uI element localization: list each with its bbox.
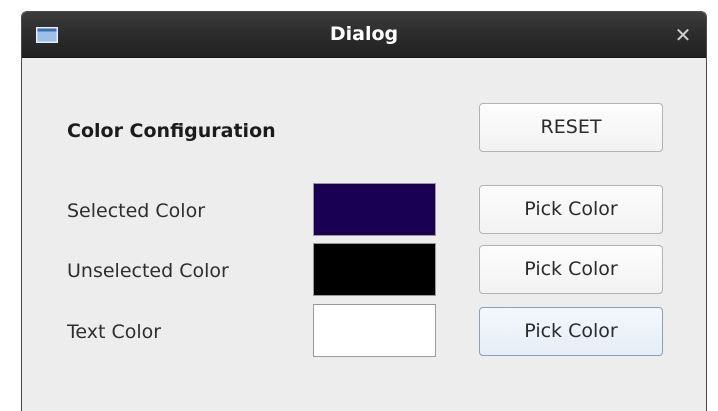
section-heading: Color Configuration — [67, 120, 276, 142]
window-title: Dialog — [329, 23, 399, 45]
text-color-label: Text Color — [67, 321, 162, 343]
dialog-window: Dialog ✕ Color Configuration RESET Selec… — [21, 11, 707, 411]
pick-selected-color-button[interactable]: Pick Color — [479, 185, 663, 234]
unselected-color-swatch — [313, 243, 436, 296]
title-bar[interactable]: Dialog ✕ — [22, 12, 706, 58]
pick-unselected-color-button[interactable]: Pick Color — [479, 245, 663, 294]
close-icon[interactable]: ✕ — [672, 24, 694, 46]
dialog-content: Color Configuration RESET Selected Color… — [22, 58, 706, 411]
unselected-color-label: Unselected Color — [67, 260, 229, 282]
text-color-swatch — [313, 304, 436, 357]
pick-text-color-button[interactable]: Pick Color — [479, 307, 663, 356]
selected-color-label: Selected Color — [67, 200, 206, 222]
reset-button[interactable]: RESET — [479, 103, 663, 152]
selected-color-swatch — [313, 183, 436, 236]
